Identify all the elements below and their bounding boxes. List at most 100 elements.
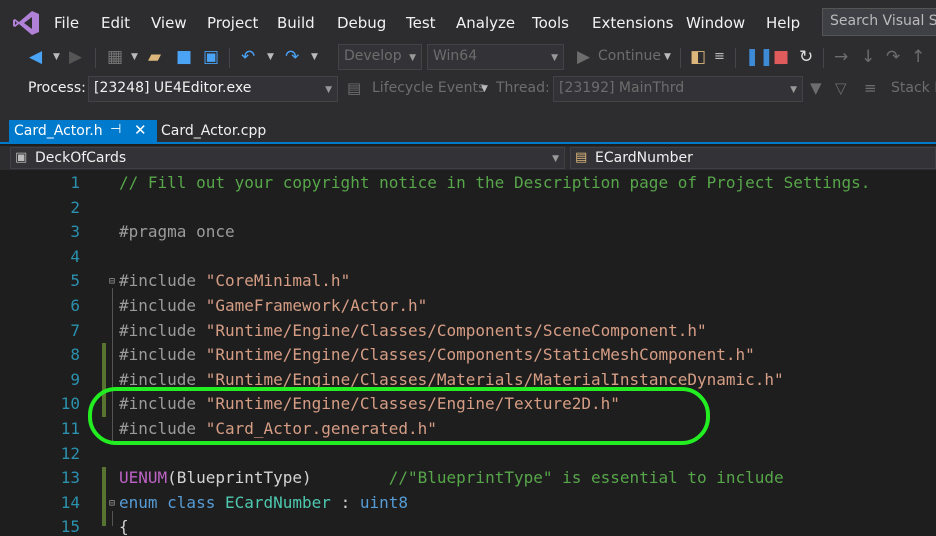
undo-icon[interactable]: ↶: [241, 48, 255, 66]
scope-dropdown[interactable]: ▣ DeckOfCards ▼: [10, 147, 565, 169]
code-token: UENUM: [119, 468, 168, 487]
stack-frame-icon[interactable]: ≡: [864, 79, 877, 97]
redo-icon[interactable]: ↷: [285, 48, 299, 66]
thread-dropdown[interactable]: [23192] MainThrd ▼: [553, 76, 803, 102]
menu-window[interactable]: Window: [686, 14, 745, 32]
visual-studio-logo-icon[interactable]: [12, 10, 40, 36]
code-token: #include: [119, 321, 206, 340]
tab-underline: [0, 142, 936, 144]
line-number: 7: [70, 321, 80, 340]
menu-view[interactable]: View: [151, 14, 187, 32]
code-token: #include: [119, 296, 206, 315]
menu-extensions[interactable]: Extensions: [592, 14, 673, 32]
menu-project[interactable]: Project: [207, 14, 258, 32]
member-dropdown[interactable]: ▤ ECardNumber: [570, 147, 936, 169]
menu-test[interactable]: Test: [406, 14, 436, 32]
code-token: #pragma once: [119, 222, 235, 241]
code-token: // Fill out your copyright notice in the…: [119, 173, 871, 192]
line-number: 13: [60, 468, 80, 487]
chevron-down-icon: ▼: [551, 53, 558, 63]
line-number: 9: [70, 370, 80, 389]
code-line: #include "Runtime/Engine/Classes/Compone…: [119, 321, 707, 340]
code-token: "CoreMinimal.h": [205, 271, 351, 290]
stack-frame-label: Stack Fr: [891, 80, 936, 96]
code-line: #pragma once: [119, 222, 235, 241]
menu-analyze[interactable]: Analyze: [456, 14, 515, 32]
chevron-down-icon[interactable]: ▼: [53, 52, 60, 62]
new-project-icon[interactable]: ▦: [107, 48, 123, 66]
toolbar-separator: [735, 48, 736, 68]
close-icon[interactable]: ✕: [134, 121, 147, 139]
navigate-forward-icon[interactable]: ▶: [69, 48, 82, 66]
pin-icon[interactable]: ⊣: [110, 122, 121, 137]
line-number: 2: [70, 198, 80, 217]
process-dropdown[interactable]: [23248] UE4Editor.exe ▼: [88, 76, 338, 102]
step-over-icon[interactable]: ↷: [886, 48, 900, 66]
chevron-down-icon: ▼: [409, 53, 416, 63]
process-filter-icon[interactable]: ≡: [714, 48, 725, 66]
code-token: #include: [119, 345, 206, 364]
filter-clear-icon[interactable]: ▽: [835, 79, 847, 97]
line-number: 3: [70, 222, 80, 241]
line-number: 12: [60, 444, 80, 463]
search-input[interactable]: Search Visual Studio: [822, 8, 936, 36]
highlight-ring: [88, 387, 710, 445]
thread-value: [23192] MainThrd: [559, 80, 685, 96]
collapse-icon[interactable]: ⊟: [109, 498, 115, 509]
menu-help[interactable]: Help: [766, 14, 800, 32]
play-icon[interactable]: ▶: [577, 48, 590, 66]
chevron-down-icon[interactable]: ▼: [481, 84, 488, 94]
navigate-back-icon[interactable]: ◀: [29, 48, 42, 66]
menu-edit[interactable]: Edit: [101, 14, 130, 32]
tab-label: Card_Actor.h: [14, 123, 103, 139]
code-token: //"BlueprintType" is essential to includ…: [388, 468, 784, 487]
chevron-down-icon[interactable]: ▼: [131, 52, 138, 62]
chevron-down-icon[interactable]: ▼: [311, 52, 318, 62]
code-line: #include "Runtime/Engine/Classes/Compone…: [119, 345, 755, 364]
pause-icon[interactable]: ❚❚: [745, 48, 774, 66]
step-into-icon[interactable]: ↓: [861, 48, 875, 66]
step-out-icon[interactable]: ↑: [911, 48, 925, 66]
menu-tools[interactable]: Tools: [532, 14, 569, 32]
class-icon: ▣: [15, 150, 28, 165]
toolbar-separator: [680, 48, 681, 68]
menu-file[interactable]: File: [54, 14, 79, 32]
line-number: 8: [70, 345, 80, 364]
open-folder-icon[interactable]: ▰: [148, 48, 161, 66]
code-token: uint8: [359, 493, 409, 512]
stop-icon[interactable]: ■: [773, 48, 789, 66]
collapse-icon[interactable]: ⊟: [109, 276, 115, 287]
member-value: ECardNumber: [595, 150, 693, 166]
toolbar-separator: [229, 48, 230, 68]
chevron-down-icon[interactable]: ▼: [267, 52, 274, 62]
code-token: :: [330, 493, 360, 512]
tab-card-actor-cpp[interactable]: Card_Actor.cpp: [161, 123, 266, 139]
line-number: 14: [60, 493, 80, 512]
toolbar-separator: [95, 48, 96, 68]
outline-guide: [112, 511, 113, 526]
line-number: 10: [60, 394, 80, 413]
lifecycle-events-button[interactable]: Lifecycle Events: [372, 80, 485, 96]
show-next-statement-icon[interactable]: →: [834, 48, 848, 66]
menu-build[interactable]: Build: [277, 14, 315, 32]
code-token: enum class: [119, 493, 225, 512]
restart-icon[interactable]: ↻: [799, 48, 813, 66]
line-number: 11: [60, 419, 80, 438]
filter-icon[interactable]: ▼: [810, 79, 822, 97]
code-token: "Runtime/Engine/Classes/Components/Scene…: [205, 321, 707, 340]
configuration-dropdown[interactable]: Develop ▼: [338, 44, 422, 70]
chevron-down-icon[interactable]: ▼: [664, 52, 671, 62]
menu-debug[interactable]: Debug: [337, 14, 386, 32]
save-all-icon[interactable]: ▣: [203, 48, 219, 66]
code-token: "Runtime/Engine/Classes/Components/Stati…: [205, 345, 755, 364]
chevron-down-icon: ▼: [325, 85, 332, 95]
line-number: 4: [70, 247, 80, 266]
code-token: {: [119, 517, 129, 536]
platform-dropdown[interactable]: Win64 ▼: [427, 44, 564, 70]
continue-button[interactable]: Continue: [598, 48, 661, 64]
save-icon[interactable]: ■: [176, 48, 192, 66]
code-line: {: [119, 517, 129, 536]
configuration-value: Develop: [344, 48, 402, 64]
lifecycle-events-icon[interactable]: ▤: [347, 79, 361, 97]
attach-process-icon[interactable]: ◧: [690, 48, 706, 66]
